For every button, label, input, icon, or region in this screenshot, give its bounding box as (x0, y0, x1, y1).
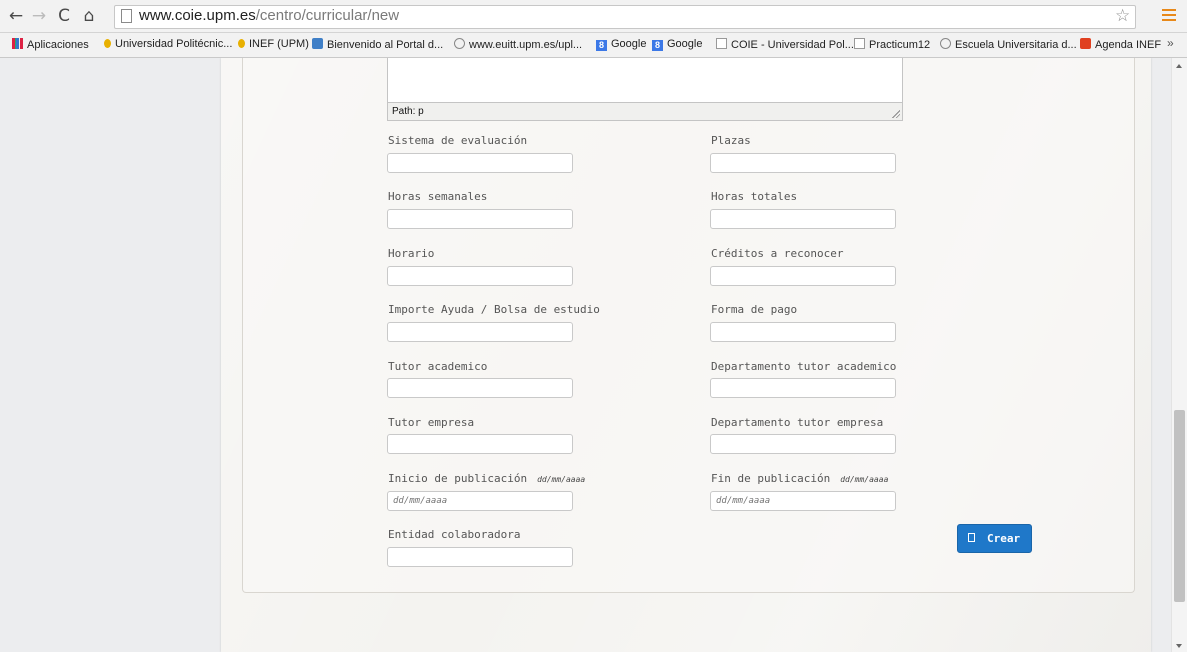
forma-pago-label: Forma de pago (711, 303, 798, 316)
horario-label: Horario (388, 247, 435, 260)
departamento-tutor-academico-label: Departamento tutor academico (711, 360, 897, 373)
horas-totales-label: Horas totales (711, 190, 798, 203)
more-bookmarks-button[interactable]: » (1167, 36, 1174, 50)
fin-publicacion-input[interactable] (710, 491, 896, 511)
bookmark-item[interactable]: Agenda INEF (1080, 38, 1161, 51)
tutor-empresa-label: Tutor empresa (388, 416, 475, 429)
tutor-empresa-input[interactable] (387, 434, 573, 454)
address-bar[interactable]: www.coie.upm.es/centro/curricular/new (114, 5, 1136, 29)
editor-path-bar: Path: p (387, 102, 903, 121)
apps-icon (12, 38, 23, 49)
upm-icon (104, 39, 111, 48)
google-icon: 8 (596, 40, 607, 51)
content-card: Path: p Sistema de evaluación Horas sema… (221, 58, 1151, 652)
reload-icon[interactable]: C (55, 7, 73, 25)
inicio-publicacion-label: Inicio de publicación dd/mm/aaaa (388, 472, 586, 485)
globe-icon (454, 38, 465, 49)
importe-ayuda-input[interactable] (387, 322, 573, 342)
entidad-colaboradora-label: Entidad colaboradora (388, 528, 521, 541)
crear-button[interactable]: Crear (957, 524, 1032, 553)
departamento-tutor-empresa-input[interactable] (710, 434, 896, 454)
form-panel: Path: p Sistema de evaluación Horas sema… (242, 58, 1135, 593)
scroll-up-icon[interactable] (1176, 64, 1182, 68)
upm-icon (238, 39, 245, 48)
scroll-down-icon[interactable] (1176, 644, 1182, 648)
bookmark-item[interactable]: Bienvenido al Portal d... (312, 38, 443, 51)
user-icon (312, 38, 323, 49)
bookmark-item[interactable]: Practicum12 (854, 38, 930, 51)
scrollbar-thumb[interactable] (1174, 410, 1185, 602)
bookmark-item[interactable]: COIE - Universidad Pol... (716, 38, 854, 51)
browser-toolbar: ← → C ⌂ www.coie.upm.es/centro/curricula… (0, 0, 1187, 33)
entidad-colaboradora-input[interactable] (387, 547, 573, 567)
creditos-input[interactable] (710, 266, 896, 286)
home-icon[interactable]: ⌂ (80, 7, 98, 25)
departamento-tutor-empresa-label: Departamento tutor empresa (711, 416, 884, 429)
bookmark-item[interactable]: www.euitt.upm.es/upl... (454, 38, 582, 51)
url-text: www.coie.upm.es/centro/curricular/new (139, 7, 400, 24)
globe-icon (940, 38, 951, 49)
google-icon: 8 (652, 40, 663, 51)
agenda-icon (1080, 38, 1091, 49)
page-viewport: Path: p Sistema de evaluación Horas sema… (0, 58, 1171, 652)
plazas-label: Plazas (711, 134, 751, 147)
horas-semanales-input[interactable] (387, 209, 573, 229)
resize-handle-icon[interactable] (892, 110, 900, 118)
tutor-academico-input[interactable] (387, 378, 573, 398)
document-icon (968, 533, 975, 542)
bookmark-star-icon[interactable]: ☆ (1115, 6, 1130, 26)
page-icon (716, 38, 727, 49)
forma-pago-input[interactable] (710, 322, 896, 342)
plazas-input[interactable] (710, 153, 896, 173)
importe-ayuda-label: Importe Ayuda / Bolsa de estudio (388, 303, 600, 316)
bookmark-item[interactable]: Aplicaciones (12, 38, 89, 51)
bookmarks-bar: Aplicaciones Universidad Politécnic... I… (0, 33, 1187, 58)
vertical-scrollbar[interactable] (1171, 58, 1187, 652)
sistema-evaluacion-label: Sistema de evaluación (388, 134, 528, 147)
back-arrow-icon[interactable]: ← (7, 7, 25, 25)
bookmark-item[interactable]: 8 Google (652, 38, 702, 51)
horas-totales-input[interactable] (710, 209, 896, 229)
forward-arrow-icon[interactable]: → (30, 7, 48, 25)
page-icon (854, 38, 865, 49)
departamento-tutor-academico-input[interactable] (710, 378, 896, 398)
tutor-academico-label: Tutor academico (388, 360, 488, 373)
date-format-hint: dd/mm/aaaa (537, 475, 586, 484)
bookmark-item[interactable]: Escuela Universitaria d... (940, 38, 1077, 51)
fin-publicacion-label: Fin de publicación dd/mm/aaaa (711, 472, 889, 485)
page-icon (121, 9, 132, 23)
sistema-evaluacion-input[interactable] (387, 153, 573, 173)
bookmark-item[interactable]: INEF (UPM) (238, 38, 309, 50)
editor-path-label: Path: p (392, 106, 424, 117)
inicio-publicacion-input[interactable] (387, 491, 573, 511)
date-format-hint: dd/mm/aaaa (840, 475, 889, 484)
creditos-label: Créditos a reconocer (711, 247, 844, 260)
bookmark-item[interactable]: 8 Google (596, 38, 646, 51)
horario-input[interactable] (387, 266, 573, 286)
bookmark-item[interactable]: Universidad Politécnic... (104, 38, 232, 50)
chrome-menu-icon[interactable] (1162, 9, 1176, 24)
horas-semanales-label: Horas semanales (388, 190, 488, 203)
